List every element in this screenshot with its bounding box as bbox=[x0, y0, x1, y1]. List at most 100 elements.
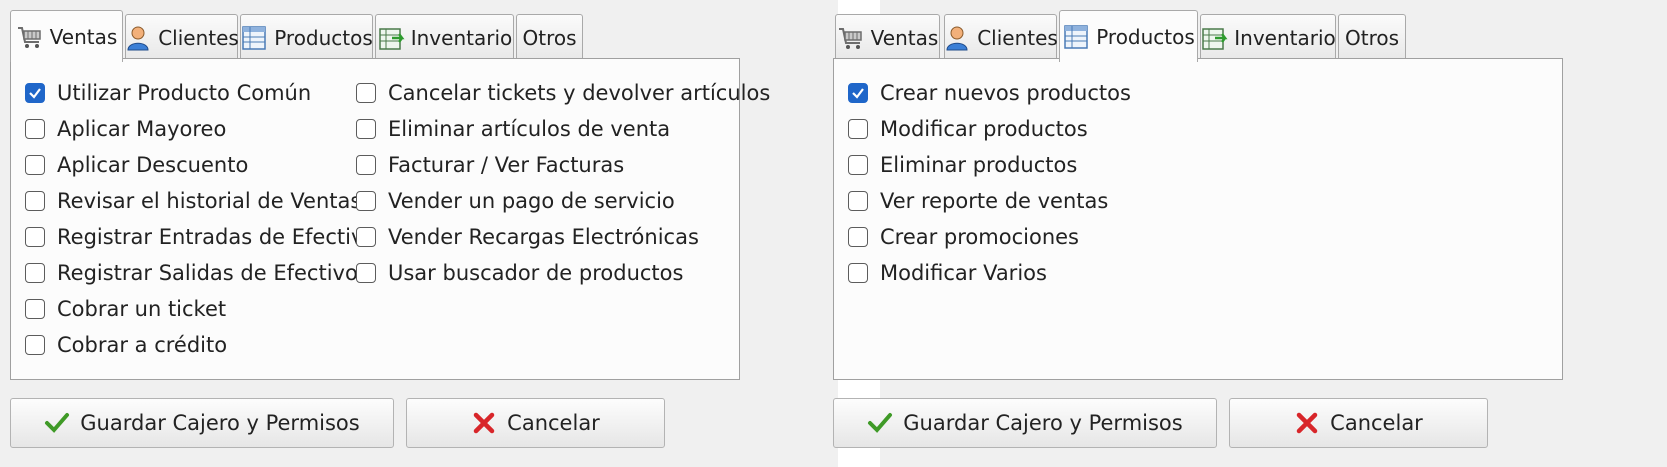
checkbox-label: Revisar el historial de Ventas bbox=[57, 189, 362, 213]
checkbox[interactable] bbox=[356, 119, 376, 139]
cancel-button-label: Cancelar bbox=[1330, 411, 1423, 435]
tab-otros[interactable]: Otros bbox=[1338, 14, 1406, 60]
permission-pago-servicio[interactable]: Vender un pago de servicio bbox=[356, 183, 770, 219]
checkbox-label: Registrar Entradas de Efectivo bbox=[57, 225, 377, 249]
checkbox-label: Modificar productos bbox=[880, 117, 1088, 141]
tab-ventas[interactable]: Ventas bbox=[835, 14, 940, 60]
permission-facturar[interactable]: Facturar / Ver Facturas bbox=[356, 147, 770, 183]
save-button-label: Guardar Cajero y Permisos bbox=[903, 411, 1183, 435]
tab-clientes[interactable]: Clientes bbox=[125, 14, 239, 60]
cancel-button[interactable]: Cancelar bbox=[406, 398, 665, 448]
checkbox[interactable] bbox=[25, 119, 45, 139]
checkbox[interactable] bbox=[25, 155, 45, 175]
permissions-panel-productos: Ventas Clientes Productos Inventario Otr… bbox=[833, 0, 1667, 467]
permission-modificar-varios[interactable]: Modificar Varios bbox=[848, 255, 1131, 291]
checkbox-label: Aplicar Descuento bbox=[57, 153, 249, 177]
checkbox-checked[interactable] bbox=[848, 83, 868, 103]
checkbox-label: Facturar / Ver Facturas bbox=[388, 153, 625, 177]
checkbox[interactable] bbox=[25, 299, 45, 319]
cart-icon bbox=[838, 27, 862, 49]
tab-label: Inventario bbox=[1234, 25, 1336, 50]
permission-cobrar-credito[interactable]: Cobrar a crédito bbox=[25, 327, 376, 363]
permission-utilizar-producto-comun[interactable]: Utilizar Producto Común bbox=[25, 75, 376, 111]
checkmark-icon bbox=[29, 88, 41, 99]
user-icon bbox=[946, 26, 968, 50]
checkbox[interactable] bbox=[848, 119, 868, 139]
checkbox[interactable] bbox=[356, 191, 376, 211]
tab-label: Ventas bbox=[49, 24, 118, 49]
checkbox-label: Crear nuevos productos bbox=[880, 81, 1131, 105]
tab-label: Clientes bbox=[158, 25, 239, 50]
checkbox[interactable] bbox=[25, 335, 45, 355]
checkbox[interactable] bbox=[356, 263, 376, 283]
permission-crear-promociones[interactable]: Crear promociones bbox=[848, 219, 1131, 255]
permission-aplicar-mayoreo[interactable]: Aplicar Mayoreo bbox=[25, 111, 376, 147]
tab-inventario[interactable]: Inventario bbox=[1200, 14, 1336, 60]
checkbox-label: Crear promociones bbox=[880, 225, 1079, 249]
checkbox[interactable] bbox=[356, 83, 376, 103]
checkbox[interactable] bbox=[848, 191, 868, 211]
save-button[interactable]: Guardar Cajero y Permisos bbox=[833, 398, 1217, 448]
tab-inventario[interactable]: Inventario bbox=[375, 14, 514, 60]
checkbox-label: Usar buscador de productos bbox=[388, 261, 684, 285]
checkbox-label: Registrar Salidas de Efectivo bbox=[57, 261, 358, 285]
permission-registrar-entradas[interactable]: Registrar Entradas de Efectivo bbox=[25, 219, 376, 255]
permission-buscador[interactable]: Usar buscador de productos bbox=[356, 255, 770, 291]
permission-cobrar-ticket[interactable]: Cobrar un ticket bbox=[25, 291, 376, 327]
checkbox-label: Utilizar Producto Común bbox=[57, 81, 312, 105]
tab-label: Otros bbox=[1344, 25, 1400, 50]
cart-icon bbox=[17, 26, 41, 48]
checkbox-label: Cancelar tickets y devolver artículos bbox=[388, 81, 771, 105]
permissions-panel-ventas: Ventas Clientes Productos Inventario Otr… bbox=[0, 0, 838, 467]
tab-ventas[interactable]: Ventas bbox=[10, 10, 123, 62]
tab-label: Otros bbox=[522, 25, 577, 50]
permission-registrar-salidas[interactable]: Registrar Salidas de Efectivo bbox=[25, 255, 376, 291]
tab-label: Ventas bbox=[870, 25, 939, 50]
tab-clientes[interactable]: Clientes bbox=[944, 14, 1058, 60]
inventory-icon bbox=[1202, 27, 1228, 50]
tab-otros[interactable]: Otros bbox=[516, 14, 583, 60]
permission-crear-productos[interactable]: Crear nuevos productos bbox=[848, 75, 1131, 111]
permission-eliminar-productos[interactable]: Eliminar productos bbox=[848, 147, 1131, 183]
permission-revisar-historial[interactable]: Revisar el historial de Ventas bbox=[25, 183, 376, 219]
permission-cancelar-tickets[interactable]: Cancelar tickets y devolver artículos bbox=[356, 75, 770, 111]
table-icon bbox=[1064, 24, 1088, 49]
checkbox-label: Aplicar Mayoreo bbox=[57, 117, 227, 141]
checkbox-label: Vender un pago de servicio bbox=[388, 189, 675, 213]
checkbox[interactable] bbox=[848, 155, 868, 175]
permissions-column-2: Cancelar tickets y devolver artículos El… bbox=[356, 75, 770, 291]
table-icon bbox=[242, 25, 266, 50]
permission-recargas[interactable]: Vender Recargas Electrónicas bbox=[356, 219, 770, 255]
checkbox[interactable] bbox=[848, 227, 868, 247]
checkbox-label: Cobrar a crédito bbox=[57, 333, 228, 357]
checkmark-icon bbox=[852, 88, 864, 99]
checkbox[interactable] bbox=[25, 263, 45, 283]
permission-aplicar-descuento[interactable]: Aplicar Descuento bbox=[25, 147, 376, 183]
cancel-button-label: Cancelar bbox=[507, 411, 600, 435]
tab-content: Utilizar Producto Común Aplicar Mayoreo … bbox=[10, 58, 770, 380]
inventory-icon bbox=[378, 27, 405, 50]
checkbox[interactable] bbox=[25, 191, 45, 211]
permission-eliminar-articulos[interactable]: Eliminar artículos de venta bbox=[356, 111, 770, 147]
tab-label: Productos bbox=[1096, 24, 1195, 49]
save-button[interactable]: Guardar Cajero y Permisos bbox=[10, 398, 394, 448]
tab-label: Inventario bbox=[410, 25, 513, 50]
checkbox[interactable] bbox=[356, 227, 376, 247]
checkbox-checked[interactable] bbox=[25, 83, 45, 103]
checkbox-label: Cobrar un ticket bbox=[57, 297, 227, 321]
checkbox[interactable] bbox=[25, 227, 45, 247]
checkbox[interactable] bbox=[848, 263, 868, 283]
checkbox[interactable] bbox=[356, 155, 376, 175]
checkbox-label: Eliminar artículos de venta bbox=[388, 117, 671, 141]
checkmark-icon bbox=[868, 413, 893, 433]
user-icon bbox=[127, 26, 149, 50]
tab-productos[interactable]: Productos bbox=[240, 14, 373, 60]
close-icon bbox=[1296, 412, 1318, 434]
tab-productos[interactable]: Productos bbox=[1059, 10, 1198, 62]
permission-ver-reporte[interactable]: Ver reporte de ventas bbox=[848, 183, 1131, 219]
checkmark-icon bbox=[45, 413, 70, 433]
permission-modificar-productos[interactable]: Modificar productos bbox=[848, 111, 1131, 147]
tab-content: Crear nuevos productos Modificar product… bbox=[833, 58, 1563, 380]
tab-label: Clientes bbox=[977, 25, 1058, 50]
cancel-button[interactable]: Cancelar bbox=[1229, 398, 1488, 448]
